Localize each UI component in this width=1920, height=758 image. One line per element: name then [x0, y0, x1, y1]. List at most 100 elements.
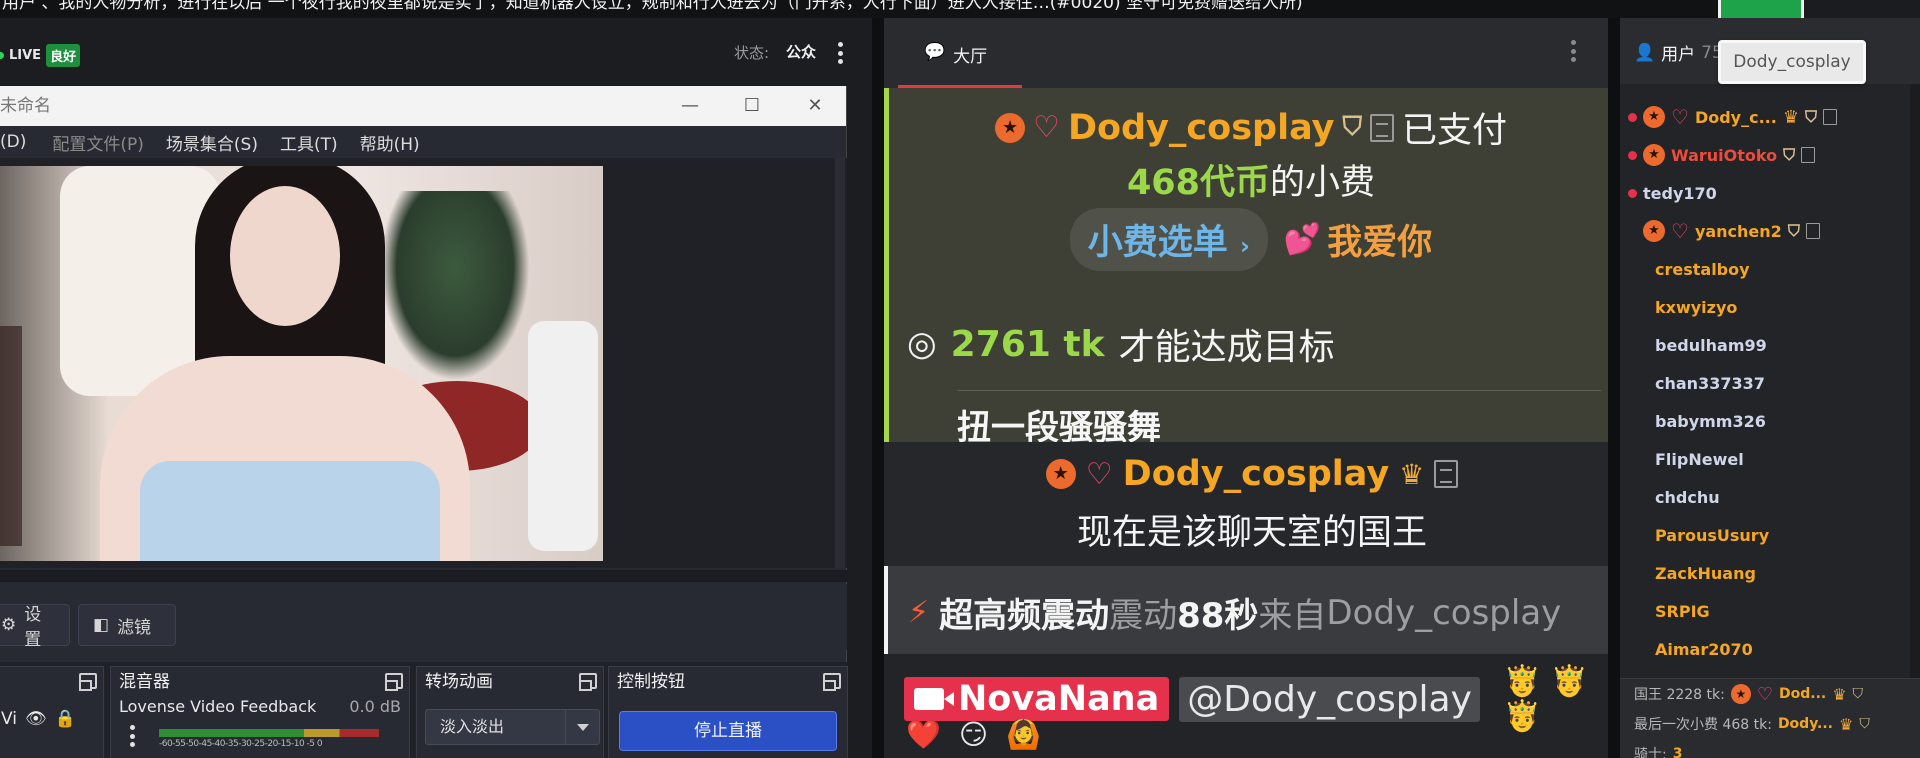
user-row[interactable]: FlipNewel	[1620, 440, 1920, 478]
mixer-title: 混音器	[111, 667, 409, 697]
user-row[interactable]: chan337337	[1620, 364, 1920, 402]
goal-amount: 2761 tk	[950, 323, 1105, 365]
tab-users[interactable]: 👤 用户 75	[1634, 40, 1723, 66]
vibration-dim: 震动	[1109, 596, 1178, 636]
tab-users-label: 用户	[1661, 45, 1696, 65]
chat-bubble-icon: 💬	[924, 42, 946, 62]
shield-icon: ⛉	[1342, 112, 1362, 142]
tip-message: ★ ♡ Dody_cosplay ⛉ 已支付 468代币的小费 小费选单 › 💕…	[884, 88, 1608, 448]
user-row[interactable]: Aimar2070	[1620, 630, 1920, 668]
tab-lobby[interactable]: 💬 大厅	[898, 42, 1022, 88]
model-badge[interactable]: NovaNana	[904, 677, 1170, 721]
vibration-message: ⚡ 超高频震动 震动 88秒 来自 Dody_cosplay	[884, 566, 1608, 654]
user-name: Aimar2070	[1655, 639, 1753, 659]
star-badge-icon: ★	[1045, 459, 1076, 489]
user-row[interactable]: bedulham99	[1620, 326, 1920, 364]
stream-preview[interactable]	[0, 166, 603, 561]
hearts-emoji: 💕	[1283, 222, 1322, 257]
controls-dock: 控制按钮 停止直播	[608, 666, 848, 758]
menu-item-help[interactable]: 帮助(H)	[360, 130, 420, 155]
star-badge-icon: ★	[1730, 684, 1751, 704]
tip-menu-button[interactable]: 小费选单 ›	[1069, 208, 1268, 271]
tipper-name[interactable]: Dody_cosplay	[1068, 108, 1335, 148]
chevron-down-icon[interactable]	[565, 710, 599, 744]
live-label: LIVE	[9, 48, 42, 63]
source-name: Vi	[1, 709, 17, 729]
mixer-source-name: Lovense Video Feedback	[119, 697, 317, 716]
user-row[interactable]: crestalboy	[1620, 250, 1920, 288]
sources-dock: Vi 👁 🔒	[0, 666, 104, 758]
doc-icon	[1434, 460, 1459, 488]
filters-button[interactable]: ◧ 滤镜	[78, 604, 176, 646]
user-name: tedy170	[1643, 183, 1717, 203]
preview-divider	[0, 570, 847, 582]
transitions-dock: 转场动画 淡入淡出	[416, 666, 604, 758]
king-line: ★ ♡ Dody_cosplay ♛ 现在是该聊天室的国王	[902, 454, 1602, 555]
status-value[interactable]: 公众	[786, 41, 816, 62]
popout-icon[interactable]	[79, 673, 97, 691]
tip-amount: 468代币	[1126, 163, 1271, 203]
popout-icon[interactable]	[385, 673, 403, 691]
user-name: Dody_c...	[1694, 107, 1777, 127]
king-user[interactable]: Dody_cosplay	[1123, 454, 1390, 494]
user-row[interactable]: SRPIG	[1620, 592, 1920, 630]
user-row[interactable]: babymm326	[1620, 402, 1920, 440]
crown-icon: ♛	[1832, 684, 1847, 704]
menu-item-tools[interactable]: 工具(T)	[280, 130, 338, 155]
menu-item-scene-collection[interactable]: 场景集合(S)	[166, 130, 258, 155]
mention-user[interactable]: @Dody_cosplay	[1179, 676, 1480, 722]
users-footer: 国王 2228 tk: ★ ♡ Dod... ♛ ⛉ 最后一次小费 468 tk…	[1620, 678, 1920, 758]
heart-emoji: ❤️	[906, 718, 941, 751]
love-text: 我爱你	[1327, 223, 1433, 263]
king-message: ★ ♡ Dody_cosplay ♛ 现在是该聊天室的国王	[884, 442, 1608, 566]
close-icon[interactable]: ✕	[795, 86, 835, 126]
eye-icon[interactable]: 👁	[25, 709, 47, 729]
goal-line: ◎ 2761 tk 才能达成目标	[907, 318, 1335, 370]
online-dot-icon	[1628, 417, 1637, 426]
studio-header: LIVE 良好 状态: 公众	[0, 18, 872, 86]
transition-select[interactable]: 淡入淡出	[425, 709, 600, 745]
popout-icon[interactable]	[579, 673, 597, 691]
crown-icon: ♛	[1839, 714, 1854, 734]
filter-icon: ◧	[93, 615, 110, 635]
target-icon: ◎	[907, 324, 937, 364]
user-row[interactable]: ★ ♡ yanchen2 ⛉	[1620, 212, 1920, 250]
studio-menu-icon[interactable]	[837, 42, 843, 64]
minimize-icon[interactable]: —	[670, 86, 710, 126]
stop-streaming-button[interactable]: 停止直播	[619, 711, 837, 751]
user-row[interactable]: ParousUsury	[1620, 516, 1920, 554]
user-row[interactable]: ★ WaruiOtoko ⛉	[1620, 136, 1920, 174]
vibration-user[interactable]: Dody_cosplay	[1326, 593, 1561, 633]
users-scrollbar[interactable]	[1910, 84, 1920, 678]
maximize-icon[interactable]: ☐	[732, 86, 772, 126]
live-indicator: LIVE 良好	[0, 44, 81, 67]
gem-icon: ♡	[1033, 110, 1060, 145]
king-footer-user[interactable]: Dod...	[1779, 686, 1826, 702]
user-row[interactable]: chdchu	[1620, 478, 1920, 516]
chevron-right-icon: ›	[1239, 232, 1250, 260]
chat-menu-icon[interactable]	[1570, 40, 1576, 62]
live-dot-icon	[0, 52, 4, 59]
vibration-line: ⚡ 超高频震动 震动 88秒 来自 Dody_cosplay	[908, 588, 1561, 637]
mixer-menu-icon[interactable]	[129, 725, 135, 747]
lock-icon[interactable]: 🔒	[55, 709, 76, 729]
online-dot-icon	[1628, 188, 1637, 198]
last-tip-label: 最后一次小费 468 tk:	[1634, 717, 1772, 733]
settings-button[interactable]: ⚙ 设置	[0, 604, 70, 650]
user-name: chan337337	[1655, 373, 1765, 393]
last-tip-user[interactable]: Dody...	[1778, 716, 1833, 732]
preview-scrollbar[interactable]	[835, 158, 845, 568]
menu-item-profile[interactable]: 配置文件(P)	[52, 130, 144, 155]
popout-icon[interactable]	[823, 673, 841, 691]
crown-icon: ♛	[1782, 106, 1799, 128]
shield-icon: ⛉	[1859, 716, 1870, 732]
user-row[interactable]: kxwyizyo	[1620, 288, 1920, 326]
online-dot-icon	[1628, 227, 1637, 236]
menu-item-d[interactable]: (D)	[0, 132, 26, 152]
source-row[interactable]: Vi 👁 🔒	[1, 709, 76, 729]
knight-count: 3	[1672, 746, 1683, 758]
user-row[interactable]: ★ ♡ Dody_c... ♛ ⛉	[1620, 98, 1920, 136]
user-row[interactable]: ZackHuang	[1620, 554, 1920, 592]
user-icon: 👤	[1634, 42, 1656, 63]
user-row[interactable]: tedy170	[1620, 174, 1920, 212]
